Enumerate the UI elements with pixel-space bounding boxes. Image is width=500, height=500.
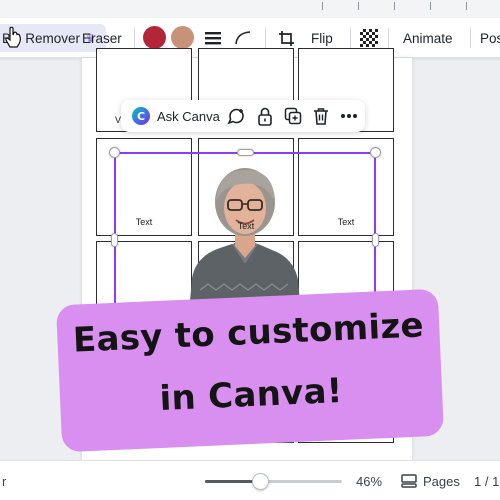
- page-counter[interactable]: 1 / 1: [474, 461, 499, 500]
- toolbar-divider: [470, 28, 471, 48]
- toolbar-divider: [350, 28, 351, 48]
- transparency-icon[interactable]: [360, 29, 378, 47]
- zoom-percentage[interactable]: 46%: [356, 461, 382, 500]
- eraser-label: Eraser: [82, 30, 122, 46]
- pages-label: Pages: [423, 473, 460, 489]
- banner-line-2: in Canva!: [158, 371, 344, 419]
- trash-icon[interactable]: [313, 100, 329, 132]
- canva-assistant-icon: C: [132, 107, 150, 125]
- pages-icon: [401, 474, 417, 488]
- ruler-tick: [322, 2, 323, 10]
- notes-button[interactable]: r: [2, 461, 6, 500]
- ask-canva-button[interactable]: C Ask Canva: [131, 100, 220, 132]
- duplicate-icon[interactable]: [284, 100, 302, 132]
- ask-canva-label: Ask Canva: [157, 108, 220, 124]
- ruler-tick: [466, 2, 467, 10]
- flip-label: Flip: [311, 30, 333, 46]
- animate-button[interactable]: Animate: [403, 18, 453, 58]
- color-swatch-tan[interactable]: [171, 26, 194, 49]
- ruler-tick: [430, 2, 431, 10]
- floating-element-toolbar: C Ask Canva: [121, 100, 365, 132]
- toolbar-divider: [265, 28, 266, 48]
- resize-handle-top-left[interactable]: [109, 147, 120, 158]
- toolbar-divider: [388, 28, 389, 48]
- zoom-value: 46%: [356, 473, 383, 489]
- toolbar-divider: [134, 28, 135, 48]
- notes-label-partial: r: [2, 473, 7, 489]
- zoom-slider[interactable]: [205, 473, 342, 490]
- resize-handle-left[interactable]: [111, 233, 118, 247]
- animate-label: Animate: [403, 30, 453, 46]
- resize-handle-top[interactable]: [237, 149, 254, 156]
- promo-banner: Easy to customize in Canva!: [55, 288, 445, 453]
- more-icon[interactable]: [340, 100, 358, 132]
- resize-handle-top-right[interactable]: [370, 147, 381, 158]
- hand-cursor-icon: [5, 26, 21, 48]
- ruler-tick: [394, 2, 395, 10]
- comment-icon[interactable]: [227, 100, 246, 132]
- position-label: Pos: [480, 30, 500, 46]
- zoom-slider-knob[interactable]: [251, 473, 269, 490]
- bottom-status-bar: r 46% Pages 1 / 1: [0, 460, 500, 500]
- lock-icon[interactable]: [257, 100, 273, 132]
- ruler-tick: [358, 2, 359, 10]
- position-button[interactable]: Pos: [480, 18, 500, 58]
- canva-editor: BG Remover ♛ Eraser Flip Animate Pos Tex…: [0, 0, 500, 500]
- color-swatch-red[interactable]: [143, 26, 166, 49]
- pages-button[interactable]: Pages: [401, 461, 460, 500]
- banner-line-1: Easy to customize: [72, 305, 425, 361]
- page-count: 1 / 1: [474, 473, 500, 489]
- resize-handle-right[interactable]: [372, 233, 379, 247]
- svg-text:C: C: [137, 110, 145, 123]
